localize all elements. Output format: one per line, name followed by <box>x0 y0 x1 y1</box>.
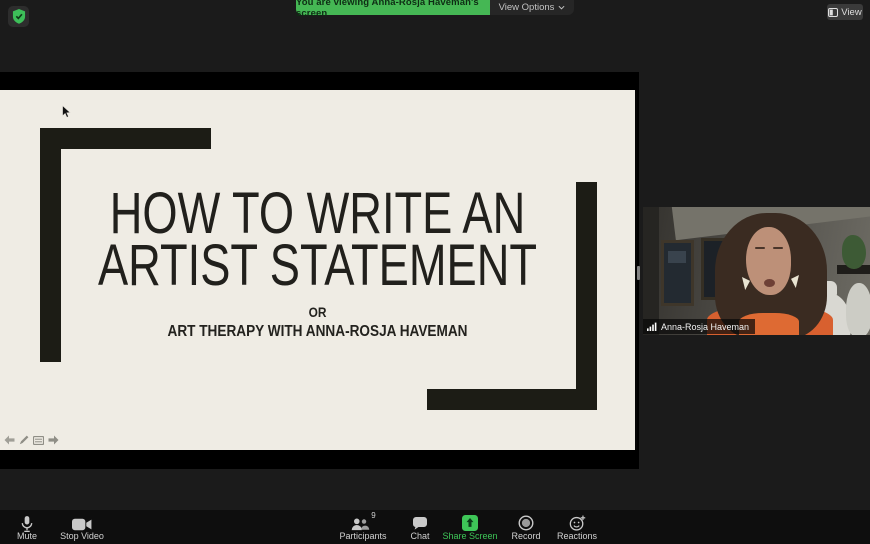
zoom-meeting-window: You are viewing Anna-Rosja Haveman's scr… <box>0 0 870 544</box>
participants-people-icon <box>351 515 370 531</box>
video-background-doorway <box>643 207 659 335</box>
audio-level-icon <box>647 322 657 331</box>
view-options-button[interactable]: View Options <box>490 0 574 15</box>
participants-label: Participants <box>339 532 386 541</box>
slide-subtitle: ART THERAPY WITH ANNA-ROSJA HAVEMAN <box>48 323 588 341</box>
encryption-shield-badge[interactable] <box>8 6 29 27</box>
stop-video-button[interactable]: Stop Video <box>55 512 109 542</box>
share-screen-icon <box>462 514 478 532</box>
mute-button[interactable]: Mute <box>4 512 50 542</box>
view-button-label: View <box>841 7 861 18</box>
picture-frame <box>661 240 694 306</box>
video-camera-icon <box>72 514 92 532</box>
slide-title: HOW TO WRITE AN ARTIST STATEMENT <box>70 188 565 292</box>
white-vase <box>846 283 870 335</box>
view-button[interactable]: View <box>827 4 863 20</box>
slide-panel-icon[interactable] <box>33 436 44 445</box>
record-label: Record <box>511 532 540 541</box>
participants-button[interactable]: 9 Participants <box>330 512 396 542</box>
chat-label: Chat <box>410 532 429 541</box>
previous-slide-icon[interactable] <box>4 435 15 445</box>
meeting-toolbar: Mute Stop Video 9 Participants <box>0 510 870 544</box>
layout-grid-icon <box>828 8 838 17</box>
slide-or-text: OR <box>48 304 588 320</box>
microphone-icon <box>20 514 34 532</box>
presentation-slide: HOW TO WRITE AN ARTIST STATEMENT OR ART … <box>0 90 637 450</box>
mute-label: Mute <box>17 532 37 541</box>
next-slide-icon[interactable] <box>48 435 59 445</box>
record-button[interactable]: Record <box>504 512 548 542</box>
viewing-banner-text: You are viewing Anna-Rosja Haveman's scr… <box>296 0 490 19</box>
presenter-controls <box>4 435 59 445</box>
record-icon <box>518 514 534 532</box>
chat-bubble-icon <box>412 514 428 532</box>
scrollbar-handle[interactable] <box>637 266 640 280</box>
share-screen-button[interactable]: Share Screen <box>436 512 504 542</box>
participant-eyebrow <box>773 247 783 249</box>
participant-name: Anna-Rosja Haveman <box>661 322 749 332</box>
participant-video-tile[interactable]: Anna-Rosja Haveman <box>643 207 870 335</box>
participant-mouth <box>764 279 775 287</box>
pen-annotation-icon[interactable] <box>19 435 29 445</box>
plant <box>842 235 866 269</box>
shield-check-icon <box>12 9 26 24</box>
slide-title-line2: ARTIST STATEMENT <box>70 240 565 292</box>
stop-video-label: Stop Video <box>60 532 104 541</box>
reactions-smiley-icon <box>569 514 586 532</box>
screen-viewing-banner: You are viewing Anna-Rosja Haveman's scr… <box>296 0 490 15</box>
mouse-cursor <box>62 105 71 123</box>
share-screen-label: Share Screen <box>442 532 497 541</box>
shared-screen-area: HOW TO WRITE AN ARTIST STATEMENT OR ART … <box>0 72 639 469</box>
slide-bracket-bottomright-horizontal <box>427 389 597 410</box>
slide-bracket-bottomright-vertical <box>576 182 597 410</box>
reactions-button[interactable]: Reactions <box>549 512 605 542</box>
chevron-down-icon <box>558 5 565 10</box>
participants-count: 9 <box>371 511 375 520</box>
participant-nameplate: Anna-Rosja Haveman <box>643 319 755 334</box>
reactions-label: Reactions <box>557 532 597 541</box>
view-options-label: View Options <box>499 2 555 13</box>
slide-bracket-topleft-horizontal <box>40 128 211 149</box>
participant-eyebrow <box>755 247 765 249</box>
